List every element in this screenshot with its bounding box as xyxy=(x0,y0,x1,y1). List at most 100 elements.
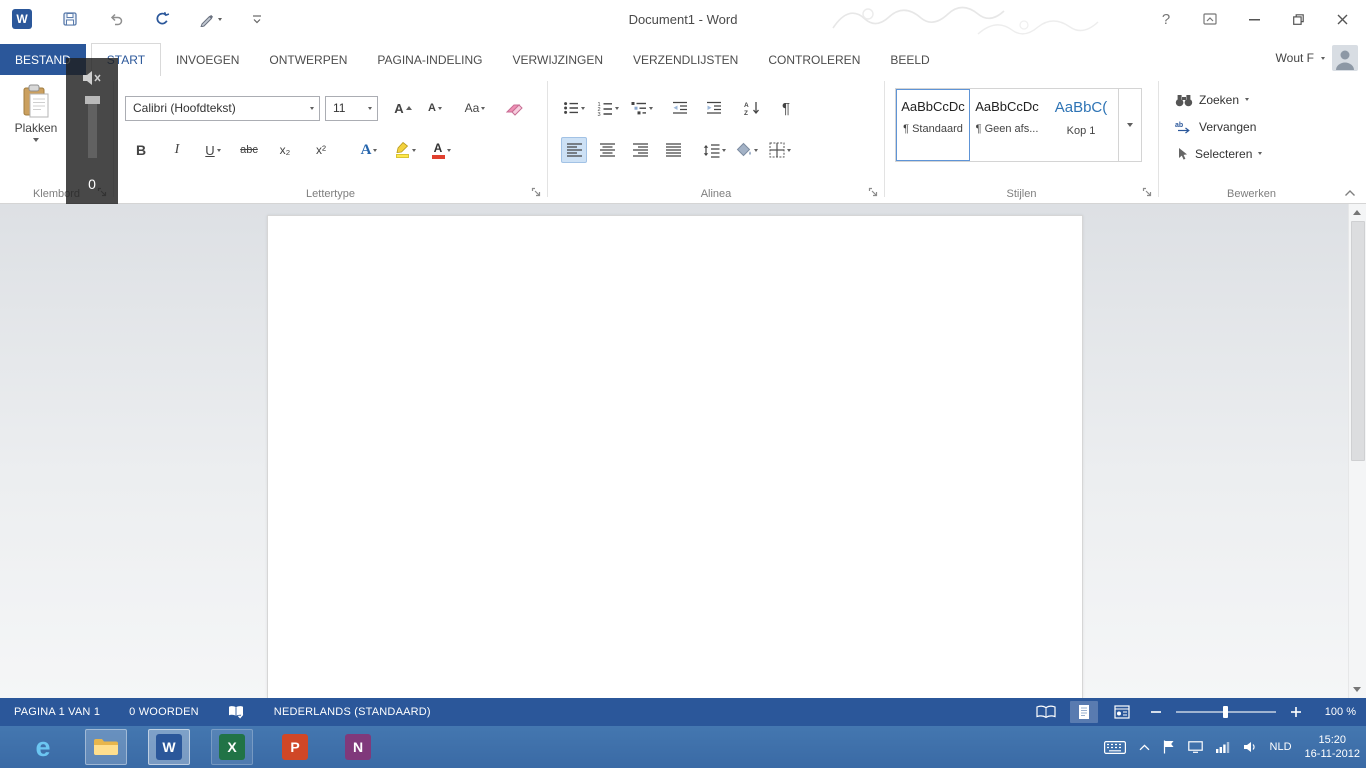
find-button[interactable]: Zoeken xyxy=(1175,86,1262,113)
strikethrough-button[interactable]: abc xyxy=(236,137,262,163)
print-layout-button[interactable] xyxy=(1070,701,1098,723)
save-button[interactable] xyxy=(62,11,78,27)
style-geen-afstand[interactable]: AaBbCcDc ¶ Geen afs... xyxy=(970,89,1044,161)
tab-controleren[interactable]: CONTROLEREN xyxy=(753,44,875,75)
tab-verzendlijsten[interactable]: VERZENDLIJSTEN xyxy=(618,44,753,75)
customize-qat-button[interactable] xyxy=(252,14,262,24)
style-name: ¶ Geen afs... xyxy=(975,123,1039,135)
help-button[interactable]: ? xyxy=(1144,0,1188,38)
taskbar-ie-button[interactable]: e xyxy=(22,729,64,765)
monitor-icon xyxy=(1187,741,1203,753)
superscript-button[interactable]: x² xyxy=(308,137,334,163)
italic-button[interactable]: I xyxy=(164,137,190,163)
touch-mode-button[interactable] xyxy=(200,12,222,27)
ribbon-display-options-button[interactable] xyxy=(1188,0,1232,38)
font-size-combo[interactable]: 11 xyxy=(325,95,378,121)
subscript-button[interactable]: x₂ xyxy=(272,137,298,163)
pen-icon xyxy=(200,14,214,27)
taskbar-clock[interactable]: 15:20 16-11-2012 xyxy=(1305,733,1360,761)
close-button[interactable] xyxy=(1320,0,1364,38)
decrease-indent-button[interactable] xyxy=(667,95,693,121)
zoom-level[interactable]: 100 % xyxy=(1316,706,1356,718)
undo-button[interactable] xyxy=(108,11,124,27)
restore-button[interactable] xyxy=(1276,0,1320,38)
taskbar-explorer-button[interactable] xyxy=(85,729,127,765)
collapse-ribbon-button[interactable] xyxy=(1344,189,1356,197)
paste-label: Plakken xyxy=(14,121,58,135)
touch-keyboard-button[interactable] xyxy=(1103,740,1126,754)
scroll-up-button[interactable] xyxy=(1349,205,1365,220)
taskbar-excel-button[interactable]: X xyxy=(211,729,253,765)
word-app-icon[interactable]: W xyxy=(12,9,32,29)
input-language[interactable]: NLD xyxy=(1270,741,1292,753)
language-indicator[interactable]: NEDERLANDS (STANDAARD) xyxy=(274,706,431,718)
style-gallery-more-button[interactable] xyxy=(1118,89,1140,161)
show-hidden-icons-button[interactable] xyxy=(1139,743,1150,751)
action-center-button[interactable] xyxy=(1163,740,1175,754)
highlight-button[interactable] xyxy=(392,137,418,163)
tab-invoegen[interactable]: INVOEGEN xyxy=(161,44,254,75)
align-right-button[interactable] xyxy=(627,137,653,163)
grow-font-button[interactable]: A xyxy=(390,95,416,121)
tab-beeld[interactable]: BEELD xyxy=(875,44,944,75)
text-effects-button[interactable]: A xyxy=(356,137,382,163)
account-area[interactable]: Wout F xyxy=(1276,45,1358,71)
clear-formatting-button[interactable] xyxy=(502,95,528,121)
chevron-down-icon xyxy=(787,148,791,152)
line-spacing-button[interactable] xyxy=(701,137,727,163)
lettertype-dialog-launcher[interactable] xyxy=(531,187,542,198)
shrink-font-button[interactable]: A xyxy=(422,95,448,121)
taskbar-onenote-button[interactable]: N xyxy=(337,729,379,765)
document-page[interactable] xyxy=(267,215,1083,698)
replace-button[interactable]: ab Vervangen xyxy=(1175,113,1262,140)
vertical-scrollbar[interactable] xyxy=(1348,204,1366,698)
page-indicator[interactable]: PAGINA 1 VAN 1 xyxy=(14,706,100,718)
word-count[interactable]: 0 WOORDEN xyxy=(129,706,199,718)
shading-button[interactable] xyxy=(734,137,760,163)
multilevel-list-button[interactable] xyxy=(629,95,655,121)
avatar[interactable] xyxy=(1332,45,1358,71)
display-button[interactable] xyxy=(1187,741,1203,753)
numbering-button[interactable]: 123 xyxy=(595,95,621,121)
justify-button[interactable] xyxy=(660,137,686,163)
bold-button[interactable]: B xyxy=(128,137,154,163)
proofing-status[interactable] xyxy=(228,705,245,719)
style-kop1[interactable]: AaBbC( Kop 1 xyxy=(1044,89,1118,161)
stijlen-dialog-launcher[interactable] xyxy=(1142,187,1153,198)
taskbar-word-button[interactable]: W xyxy=(148,729,190,765)
scroll-down-button[interactable] xyxy=(1349,682,1365,697)
select-button[interactable]: Selecteren xyxy=(1175,140,1263,167)
sort-button[interactable]: AZ xyxy=(739,95,765,121)
tab-verwijzingen[interactable]: VERWIJZINGEN xyxy=(498,44,618,75)
network-button[interactable] xyxy=(1215,741,1230,753)
volume-button[interactable] xyxy=(1243,741,1257,753)
redo-button[interactable] xyxy=(154,11,170,27)
underline-button[interactable]: U xyxy=(200,137,226,163)
bullets-button[interactable] xyxy=(561,95,587,121)
align-center-icon xyxy=(599,143,615,157)
alinea-dialog-launcher[interactable] xyxy=(868,187,879,198)
align-center-button[interactable] xyxy=(594,137,620,163)
borders-button[interactable] xyxy=(767,137,793,163)
change-case-button[interactable]: Aa xyxy=(462,95,488,121)
font-color-button[interactable]: A xyxy=(428,137,454,163)
read-mode-button[interactable] xyxy=(1032,701,1060,723)
taskbar-powerpoint-button[interactable]: P xyxy=(274,729,316,765)
font-name-combo[interactable]: Calibri (Hoofdtekst) xyxy=(125,95,320,121)
zoom-out-button[interactable] xyxy=(1146,701,1166,723)
tab-ontwerpen[interactable]: ONTWERPEN xyxy=(254,44,362,75)
zoom-slider[interactable] xyxy=(1176,701,1276,723)
zoom-in-button[interactable] xyxy=(1286,701,1306,723)
scrollbar-thumb[interactable] xyxy=(1351,221,1365,461)
style-standaard[interactable]: AaBbCcDc ¶ Standaard xyxy=(896,89,970,161)
chevron-down-icon xyxy=(309,106,314,110)
align-left-button[interactable] xyxy=(561,137,587,163)
minimize-button[interactable] xyxy=(1232,0,1276,38)
show-marks-button[interactable]: ¶ xyxy=(773,95,799,121)
paste-button[interactable]: Plakken xyxy=(12,84,60,142)
web-layout-button[interactable] xyxy=(1108,701,1136,723)
zoom-slider-thumb[interactable] xyxy=(1223,706,1228,718)
grow-arrow-icon xyxy=(405,106,412,110)
increase-indent-button[interactable] xyxy=(701,95,727,121)
tab-pagina-indeling[interactable]: PAGINA-INDELING xyxy=(362,44,497,75)
